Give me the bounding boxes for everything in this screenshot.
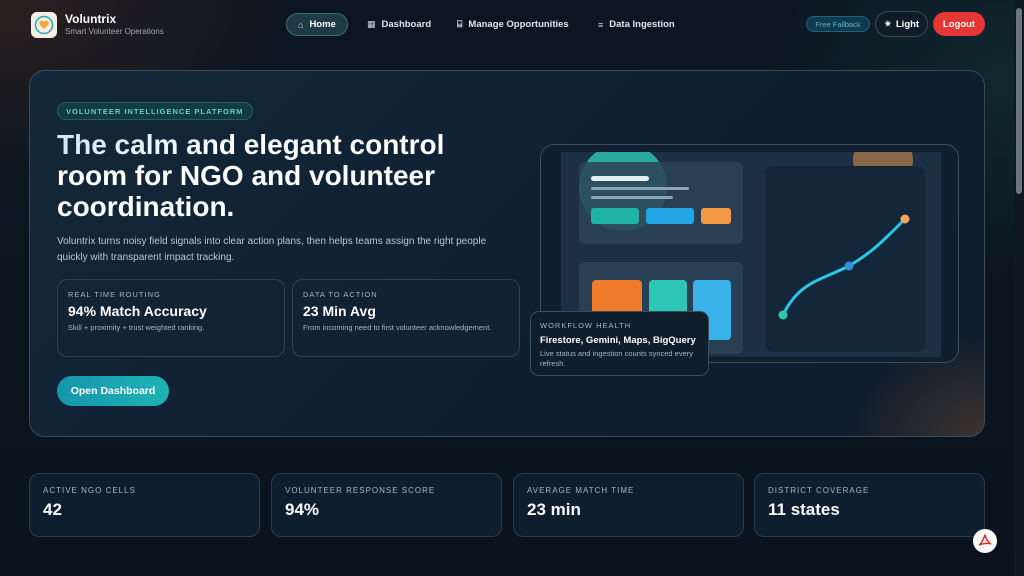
page-scrollbar[interactable]	[1014, 0, 1024, 576]
nav-manage-opportunities[interactable]: ⌸ Manage Opportunities	[446, 13, 580, 36]
stat-card-desc: From incoming need to first volunteer ac…	[303, 323, 492, 332]
open-dashboard-button[interactable]: Open Dashboard	[57, 376, 169, 406]
workflow-label: WORKFLOW HEALTH	[540, 321, 632, 330]
bank-icon: ⌸	[457, 19, 463, 29]
kpi-label: AVERAGE MATCH TIME	[527, 486, 635, 495]
pdf-export-button[interactable]	[973, 529, 997, 553]
nav-ingestion-label: Data Ingestion	[609, 19, 675, 30]
kpi-label: ACTIVE NGO CELLS	[43, 486, 136, 495]
nav-home[interactable]: ⌂ Home	[286, 13, 348, 36]
sun-icon: ✷	[883, 18, 892, 30]
brand-logo[interactable]	[31, 12, 57, 38]
heart-hands-icon	[34, 15, 54, 35]
kpi-label: DISTRICT COVERAGE	[768, 486, 870, 495]
stat-card-value: 23 Min Avg	[303, 303, 376, 319]
kpi-card-ngo-cells: ACTIVE NGO CELLS 42	[29, 473, 260, 537]
stat-card-value: 94% Match Accuracy	[68, 303, 207, 319]
headline-line-1: The calm and elegant control	[57, 129, 517, 160]
stat-card-data-to-action: DATA TO ACTION 23 Min Avg From incoming …	[292, 279, 520, 357]
nav-dashboard[interactable]: ▦ Dashboard	[356, 13, 442, 36]
workflow-health-card: WORKFLOW HEALTH Firestore, Gemini, Maps,…	[530, 311, 709, 376]
stat-card-routing: REAL TIME ROUTING 94% Match Accuracy Ski…	[57, 279, 285, 357]
kpi-card-response-score: VOLUNTEER RESPONSE SCORE 94%	[271, 473, 502, 537]
scrollbar-thumb[interactable]	[1016, 8, 1022, 194]
dashboard-icon: ▦	[367, 19, 376, 29]
logout-button[interactable]: Logout	[933, 12, 985, 36]
theme-toggle-button[interactable]: ✷ Light	[875, 11, 928, 37]
nav-data-ingestion[interactable]: ≡ Data Ingestion	[587, 13, 686, 36]
pdf-icon	[978, 534, 992, 546]
kpi-value: 23 min	[527, 500, 581, 519]
kpi-value: 42	[43, 500, 62, 519]
document-icon: ≡	[598, 19, 604, 30]
home-icon: ⌂	[298, 19, 304, 30]
hero-headline: The calm and elegant control room for NG…	[57, 129, 517, 222]
stat-card-label: REAL TIME ROUTING	[68, 290, 161, 299]
nav-manage-label: Manage Opportunities	[468, 19, 569, 30]
workflow-desc: Live status and ingestion counts synced …	[540, 349, 694, 368]
kpi-value: 11 states	[768, 500, 840, 519]
theme-toggle-label: Light	[895, 18, 920, 30]
nav-dashboard-label: Dashboard	[381, 19, 432, 30]
stat-card-desc: Skill + proximity + trust weighted ranki…	[68, 323, 205, 332]
workflow-title: Firestore, Gemini, Maps, BigQuery	[540, 335, 696, 346]
top-nav: Voluntrix Smart Volunteer Operations ⌂ H…	[0, 0, 1012, 48]
fallback-badge: Free Fallback	[806, 16, 870, 32]
headline-line-2: room for NGO and volunteer	[57, 160, 436, 191]
brand-name: Voluntrix	[65, 12, 117, 26]
hero-eyebrow: VOLUNTEER INTELLIGENCE PLATFORM	[57, 102, 253, 120]
kpi-label: VOLUNTEER RESPONSE SCORE	[285, 486, 436, 495]
kpi-value: 94%	[285, 500, 320, 519]
nav-home-label: Home	[309, 19, 336, 30]
kpi-card-district-coverage: DISTRICT COVERAGE 11 states	[754, 473, 985, 537]
hero-lede: Voluntrix turns noisy field signals into…	[57, 236, 487, 263]
kpi-card-match-time: AVERAGE MATCH TIME 23 min	[513, 473, 744, 537]
hero-panel: VOLUNTEER INTELLIGENCE PLATFORM The calm…	[29, 70, 985, 437]
brand-tagline: Smart Volunteer Operations	[65, 27, 164, 36]
stat-card-label: DATA TO ACTION	[303, 290, 378, 299]
headline-line-3: coordination.	[57, 191, 235, 222]
